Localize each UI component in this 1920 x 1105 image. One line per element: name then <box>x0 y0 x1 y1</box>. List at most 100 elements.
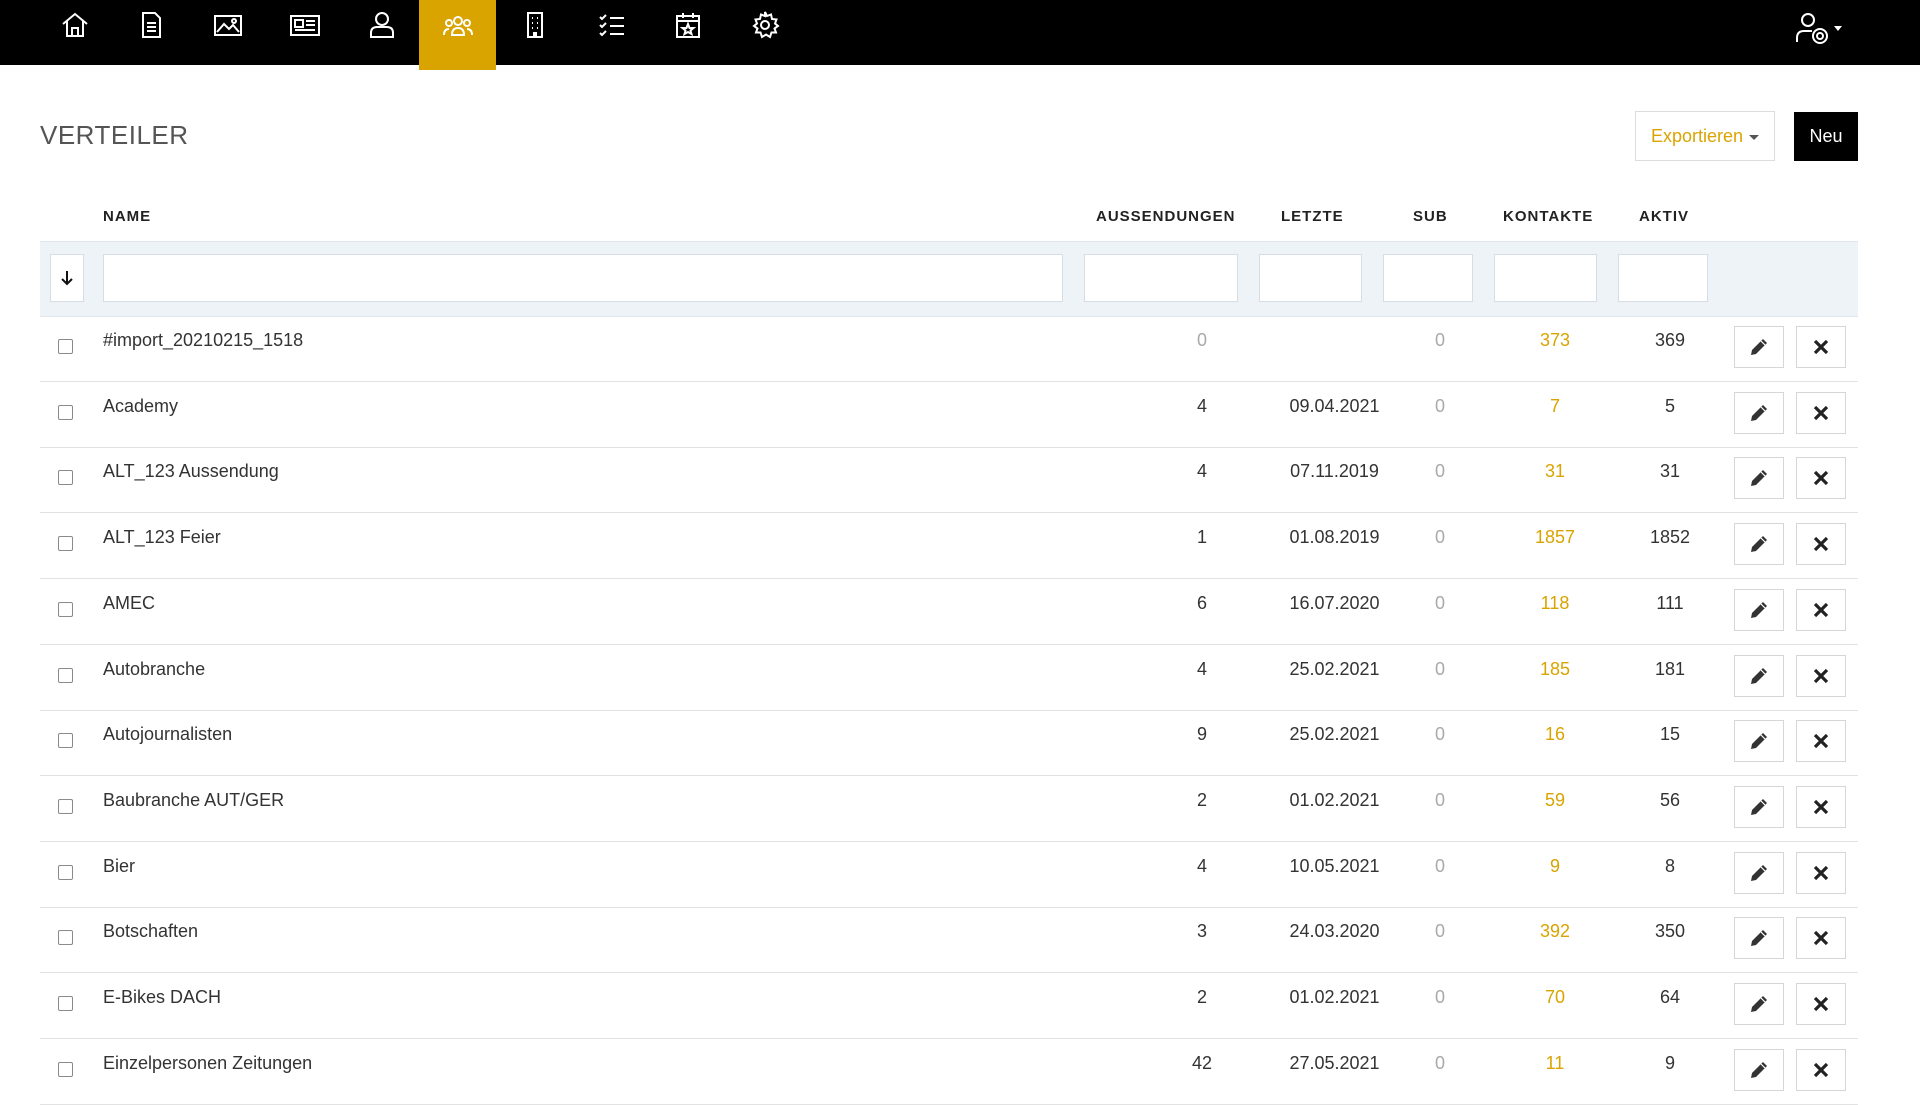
row-aktiv: 15 <box>1659 724 1681 745</box>
pencil-icon <box>1751 996 1767 1012</box>
table-row: ALT_123 Feier 1 01.08.2019 0 1857 1852 <box>40 513 1858 580</box>
filter-sub-input[interactable] <box>1383 254 1473 302</box>
column-header-sub[interactable]: SUB <box>1413 208 1448 225</box>
row-name[interactable]: Academy <box>103 396 178 417</box>
row-kontakte[interactable]: 16 <box>1495 724 1615 745</box>
edit-button[interactable] <box>1734 785 1784 828</box>
row-kontakte[interactable]: 392 <box>1495 921 1615 942</box>
nav-documents[interactable] <box>112 0 189 65</box>
nav-contacts[interactable] <box>343 0 420 65</box>
row-name[interactable]: ALT_123 Aussendung <box>103 461 279 482</box>
row-checkbox[interactable] <box>58 1061 73 1077</box>
filter-kontakte-input[interactable] <box>1494 254 1597 302</box>
nav-press[interactable] <box>266 0 343 65</box>
column-header-aussendungen[interactable]: AUSSENDUNGEN <box>1096 208 1236 225</box>
row-kontakte[interactable]: 11 <box>1495 1053 1615 1074</box>
nav-companies[interactable] <box>496 0 573 65</box>
row-kontakte[interactable]: 373 <box>1495 330 1615 351</box>
nav-home[interactable] <box>36 0 113 65</box>
row-checkbox[interactable] <box>58 864 73 880</box>
filter-aktiv-input[interactable] <box>1618 254 1708 302</box>
delete-button[interactable] <box>1796 523 1846 566</box>
row-name[interactable]: Einzelpersonen Zeitungen <box>103 1053 312 1074</box>
filter-name-input[interactable] <box>103 254 1063 302</box>
table-row: Einzelpersonen Zeitungen 42 27.05.2021 0… <box>40 1039 1858 1105</box>
edit-button[interactable] <box>1734 457 1784 500</box>
nav-tasks[interactable] <box>573 0 650 65</box>
delete-button[interactable] <box>1796 720 1846 763</box>
row-aktiv: 8 <box>1664 855 1675 876</box>
row-name[interactable]: Autojournalisten <box>103 724 232 745</box>
row-kontakte[interactable]: 118 <box>1495 593 1615 614</box>
delete-button[interactable] <box>1796 326 1846 368</box>
row-name[interactable]: Baubranche AUT/GER <box>103 790 284 811</box>
row-name[interactable]: Autobranche <box>103 659 205 680</box>
row-kontakte[interactable]: 31 <box>1495 461 1615 482</box>
row-aussendungen: 6 <box>1196 592 1207 613</box>
row-name[interactable]: AMEC <box>103 593 155 614</box>
row-checkbox[interactable] <box>58 470 73 486</box>
row-checkbox[interactable] <box>58 667 73 683</box>
filter-aussendungen-input[interactable] <box>1084 254 1238 302</box>
delete-button[interactable] <box>1796 654 1846 697</box>
delete-button[interactable] <box>1796 785 1846 828</box>
nav-images[interactable] <box>189 0 266 65</box>
delete-button[interactable] <box>1796 917 1846 960</box>
row-kontakte[interactable]: 7 <box>1495 396 1615 417</box>
new-button[interactable]: Neu <box>1794 112 1858 161</box>
delete-button[interactable] <box>1796 588 1846 631</box>
column-header-name[interactable]: NAME <box>103 208 151 225</box>
nav-distribution-lists[interactable] <box>419 0 496 70</box>
nav-events[interactable] <box>649 0 726 65</box>
row-checkbox[interactable] <box>58 996 73 1011</box>
column-header-kontakte[interactable]: KONTAKTE <box>1503 208 1593 225</box>
edit-button[interactable] <box>1734 720 1784 763</box>
row-aussendungen: 4 <box>1196 395 1207 416</box>
delete-button[interactable] <box>1796 983 1846 1025</box>
row-name[interactable]: Botschaften <box>103 921 198 942</box>
edit-button[interactable] <box>1734 983 1784 1025</box>
row-kontakte[interactable]: 59 <box>1495 790 1615 811</box>
filter-letzte-input[interactable] <box>1259 254 1362 302</box>
sort-toggle-button[interactable] <box>50 254 84 302</box>
delete-button[interactable] <box>1796 851 1846 894</box>
row-checkbox[interactable] <box>58 339 73 354</box>
user-icon <box>369 11 394 38</box>
row-name[interactable]: ALT_123 Feier <box>103 527 221 548</box>
row-checkbox[interactable] <box>58 798 73 814</box>
edit-button[interactable] <box>1734 654 1784 697</box>
row-checkbox[interactable] <box>58 601 73 617</box>
caret-down-icon <box>1749 134 1760 140</box>
edit-button[interactable] <box>1734 326 1784 368</box>
edit-button[interactable] <box>1734 851 1784 894</box>
row-letzte: 01.08.2019 <box>1289 527 1380 548</box>
row-name[interactable]: Bier <box>103 856 135 877</box>
edit-button[interactable] <box>1734 391 1784 434</box>
delete-button[interactable] <box>1796 457 1846 500</box>
delete-button[interactable] <box>1796 1048 1846 1091</box>
column-header-letzte[interactable]: LETZTE <box>1281 208 1344 225</box>
nav-settings[interactable] <box>726 0 803 65</box>
table-row: ALT_123 Aussendung 4 07.11.2019 0 31 31 <box>40 447 1858 514</box>
export-dropdown-button[interactable]: Exportieren <box>1635 111 1775 161</box>
delete-button[interactable] <box>1796 391 1846 434</box>
row-checkbox[interactable] <box>58 404 73 420</box>
edit-button[interactable] <box>1734 588 1784 631</box>
user-settings-menu[interactable] <box>1790 0 1850 55</box>
row-kontakte[interactable]: 1857 <box>1495 527 1615 548</box>
edit-button[interactable] <box>1734 523 1784 566</box>
edit-button[interactable] <box>1734 1048 1784 1091</box>
row-checkbox[interactable] <box>58 536 73 552</box>
pencil-icon <box>1751 339 1767 355</box>
row-kontakte[interactable]: 9 <box>1495 856 1615 877</box>
column-header-aktiv[interactable]: AKTIV <box>1639 208 1689 225</box>
row-name[interactable]: E-Bikes DACH <box>103 987 221 1008</box>
row-kontakte[interactable]: 185 <box>1495 659 1615 680</box>
row-checkbox[interactable] <box>58 930 73 946</box>
close-icon <box>1813 996 1829 1012</box>
pencil-icon <box>1751 536 1767 553</box>
row-kontakte[interactable]: 70 <box>1495 987 1615 1008</box>
row-name[interactable]: #import_20210215_1518 <box>103 330 303 351</box>
row-checkbox[interactable] <box>58 733 73 749</box>
edit-button[interactable] <box>1734 917 1784 960</box>
